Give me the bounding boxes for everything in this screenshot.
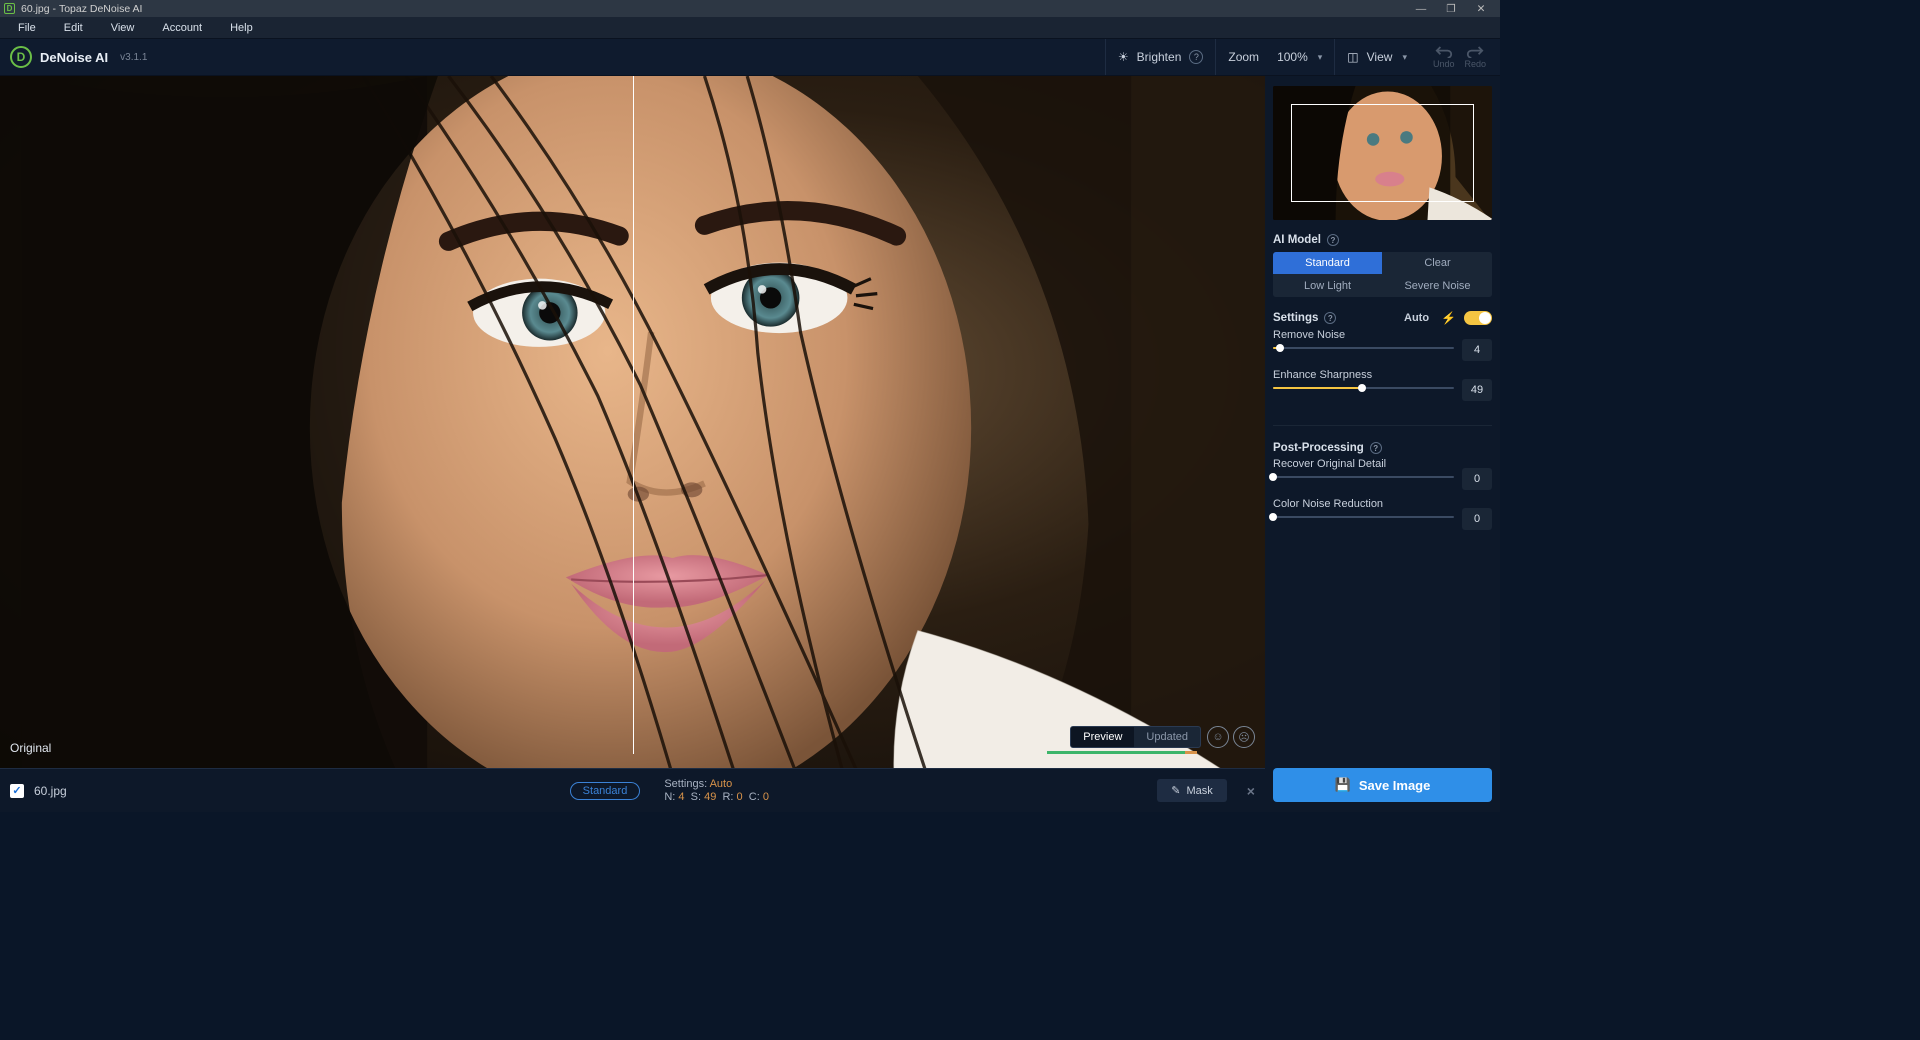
title-file: 60.jpg: [21, 3, 50, 15]
help-icon[interactable]: ?: [1324, 312, 1336, 324]
progress-bar: [1047, 751, 1197, 754]
help-icon[interactable]: ?: [1370, 442, 1382, 454]
preview-toggle[interactable]: Preview Updated: [1070, 726, 1201, 748]
undo-icon: [1435, 45, 1453, 58]
title-app: Topaz DeNoise AI: [59, 3, 142, 15]
chevron-down-icon: ▾: [1402, 52, 1407, 63]
split-divider[interactable]: [633, 76, 634, 754]
minimize-button[interactable]: —: [1406, 0, 1436, 17]
mask-button[interactable]: ✎ Mask: [1157, 779, 1227, 802]
model-severenoise[interactable]: Severe Noise: [1383, 275, 1492, 297]
navigator-viewport[interactable]: [1291, 104, 1474, 202]
layout-icon: ◫: [1347, 50, 1358, 64]
zoom-control[interactable]: Zoom 100% ▾: [1215, 39, 1334, 75]
preview-tab[interactable]: Preview: [1071, 727, 1134, 747]
slider-value[interactable]: 49: [1462, 379, 1492, 401]
navigator[interactable]: [1273, 86, 1492, 220]
slider-track[interactable]: [1273, 347, 1454, 349]
remove-file-button[interactable]: ×: [1247, 783, 1255, 799]
auto-toggle[interactable]: [1464, 311, 1492, 325]
slider-label: Remove Noise: [1273, 329, 1454, 341]
redo-icon: [1466, 45, 1484, 58]
model-standard[interactable]: Standard: [1273, 252, 1382, 274]
menu-edit[interactable]: Edit: [50, 20, 97, 36]
help-icon[interactable]: ?: [1327, 234, 1339, 246]
slider-track[interactable]: [1273, 476, 1454, 478]
menu-bar: File Edit View Account Help: [0, 17, 1500, 39]
slider-label: Enhance Sharpness: [1273, 369, 1454, 381]
menu-file[interactable]: File: [4, 20, 50, 36]
menu-help[interactable]: Help: [216, 20, 267, 36]
bolt-icon: ⚡: [1441, 311, 1456, 325]
help-icon[interactable]: ?: [1189, 50, 1203, 64]
post-processing-header: Post-Processing ?: [1273, 442, 1492, 454]
undo-button[interactable]: Undo: [1433, 45, 1455, 69]
filmstrip: ✓ 60.jpg Standard Settings: Auto N: 4 S:…: [0, 768, 1265, 812]
film-stats: Settings: Auto N: 4 S: 49 R: 0 C: 0: [664, 778, 1094, 803]
brush-icon: ✎: [1171, 784, 1180, 797]
logo-icon: D: [10, 46, 32, 68]
maximize-button[interactable]: ❐: [1436, 0, 1466, 17]
model-badge: Standard: [570, 782, 641, 800]
view-control[interactable]: ◫ View ▾: [1334, 39, 1419, 75]
ai-model-header: AI Model ?: [1273, 234, 1492, 246]
save-icon: 💾: [1335, 777, 1351, 793]
app-version: v3.1.1: [120, 52, 147, 63]
save-image-button[interactable]: 💾 Save Image: [1273, 768, 1492, 802]
model-lowlight[interactable]: Low Light: [1273, 275, 1382, 297]
sun-icon: ☀: [1118, 50, 1129, 64]
window-titlebar: D 60.jpg - Topaz DeNoise AI — ❐ ✕: [0, 0, 1500, 17]
menu-view[interactable]: View: [97, 20, 149, 36]
settings-header: Settings ? Auto ⚡: [1273, 311, 1492, 325]
slider-label: Color Noise Reduction: [1273, 498, 1454, 510]
original-label: Original: [10, 741, 51, 755]
updated-tab[interactable]: Updated: [1134, 727, 1200, 747]
slider-label: Recover Original Detail: [1273, 458, 1454, 470]
slider-track[interactable]: [1273, 387, 1454, 389]
app-name: DeNoise AI: [40, 50, 108, 65]
ai-model-grid: Standard Clear Low Light Severe Noise: [1273, 252, 1492, 297]
menu-account[interactable]: Account: [148, 20, 216, 36]
model-clear[interactable]: Clear: [1383, 252, 1492, 274]
slider-value[interactable]: 0: [1462, 468, 1492, 490]
chevron-down-icon: ▾: [1318, 52, 1323, 63]
close-button[interactable]: ✕: [1466, 0, 1496, 17]
slider-track[interactable]: [1273, 516, 1454, 518]
sidebar: AI Model ? Standard Clear Low Light Seve…: [1265, 76, 1500, 812]
app-icon: D: [4, 3, 15, 14]
toolbar: D DeNoise AI v3.1.1 ☀ Brighten ? Zoom 10…: [0, 39, 1500, 76]
brighten-button[interactable]: ☀ Brighten ?: [1105, 39, 1215, 75]
rate-bad-button[interactable]: ☹: [1233, 726, 1255, 748]
preview-canvas[interactable]: Original Preview Updated ☺ ☹ ✓ 60.jpg St…: [0, 76, 1265, 812]
rate-good-button[interactable]: ☺: [1207, 726, 1229, 748]
file-name[interactable]: 60.jpg: [34, 784, 67, 798]
file-checkbox[interactable]: ✓: [10, 784, 24, 798]
slider-value[interactable]: 0: [1462, 508, 1492, 530]
redo-button[interactable]: Redo: [1464, 45, 1486, 69]
slider-value[interactable]: 4: [1462, 339, 1492, 361]
